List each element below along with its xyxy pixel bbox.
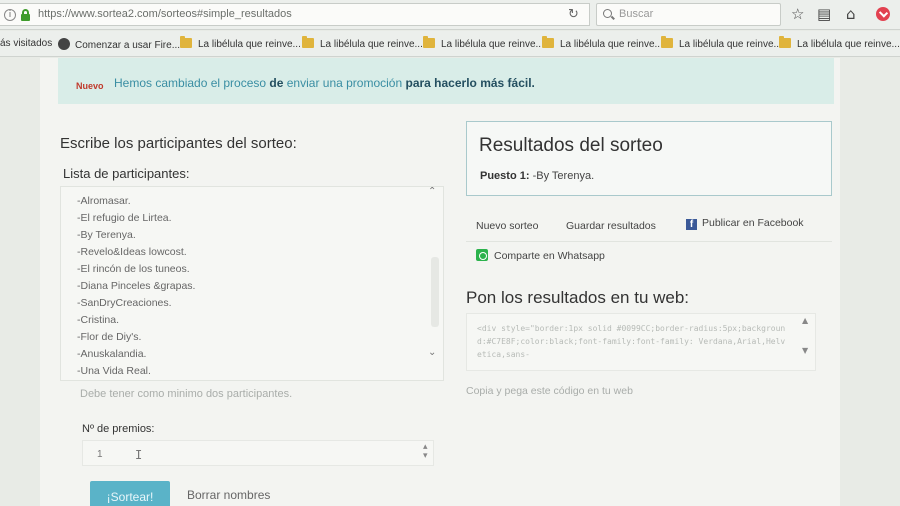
- participants-hint: Debe tener como minimo dos participantes…: [80, 388, 293, 400]
- notice-text-de: de: [266, 76, 287, 90]
- star-icon[interactable]: ☆: [791, 4, 804, 24]
- pocket-icon[interactable]: [876, 7, 890, 21]
- bookmark-getting-started[interactable]: Comenzar a usar Fire...: [58, 38, 180, 51]
- results-actions: Nuevo sorteo Guardar resultados f Publica…: [466, 212, 832, 242]
- prizes-label: Nº de premios:: [82, 423, 155, 435]
- bookmark-label: Comenzar a usar Fire...: [75, 40, 181, 51]
- bookmark-folder[interactable]: La libélula que reinve...: [542, 36, 663, 50]
- folder-icon: [180, 36, 192, 48]
- bookmark-most-visited[interactable]: ás visitados: [0, 38, 52, 49]
- scroll-up-icon[interactable]: ⌃: [428, 187, 436, 197]
- raffle-button[interactable]: ¡Sortear!: [90, 481, 170, 506]
- share-whatsapp-button[interactable]: Comparte en Whatsapp: [476, 249, 605, 262]
- search-placeholder: Buscar: [619, 8, 654, 20]
- participant-entry: -Flor de Diy's.: [77, 331, 142, 343]
- folder-icon: [302, 36, 314, 48]
- position-label: Puesto 1:: [480, 170, 530, 182]
- browser-search-input[interactable]: Buscar: [596, 3, 781, 26]
- clear-names-link[interactable]: Borrar nombres: [187, 488, 270, 502]
- search-icon: [603, 9, 612, 18]
- result-position-1: Puesto 1: -By Terenya.: [480, 170, 594, 182]
- embed-code: <div style="border:1px solid #0099CC;bor…: [477, 324, 786, 359]
- bookmark-folder[interactable]: La libélula que reinve...: [661, 36, 782, 50]
- url-text[interactable]: https://www.sortea2.com/sorteos#simple_r…: [38, 8, 292, 20]
- scrollbar-thumb[interactable]: [431, 257, 439, 327]
- folder-icon: [542, 36, 554, 48]
- bookmark-folder[interactable]: La libélula que reinve...: [779, 36, 900, 50]
- address-bar[interactable]: i https://www.sortea2.com/sorteos#simple…: [0, 3, 590, 26]
- participant-entry: -Revelo&Ideas lowcost.: [77, 246, 187, 258]
- publish-facebook-label: Publicar en Facebook: [702, 217, 804, 229]
- whatsapp-icon: [476, 249, 488, 261]
- bookmark-folder[interactable]: La libélula que reinve...: [302, 36, 423, 50]
- participant-entry: -Anuskalandia.: [77, 348, 147, 360]
- participant-entry: -SanDryCreaciones.: [77, 297, 172, 309]
- participant-entry: -Diana Pinceles &grapas.: [77, 280, 196, 292]
- participant-entry: -El rincón de los tuneos.: [77, 263, 190, 275]
- participant-entry: -Cristina.: [77, 314, 120, 326]
- lock-icon: [21, 9, 30, 21]
- reload-icon[interactable]: ↻: [568, 7, 579, 22]
- results-box: Resultados del sorteo Puesto 1: -By Tere…: [466, 121, 832, 196]
- participants-textarea[interactable]: -Alromasar. -El refugio de Lirtea. -By T…: [60, 186, 444, 381]
- browser-toolbar: i https://www.sortea2.com/sorteos#simple…: [0, 0, 900, 30]
- bookmark-label: La libélula que reinve...: [797, 39, 900, 50]
- participant-entry: -El refugio de Lirtea.: [77, 212, 172, 224]
- scroll-down-icon[interactable]: ⌄: [428, 347, 436, 358]
- bookmark-label: La libélula que reinve...: [320, 39, 423, 50]
- participants-list: -Alromasar. -El refugio de Lirtea. -By T…: [77, 193, 195, 380]
- new-badge: Nuevo: [76, 81, 104, 91]
- notice-link-process[interactable]: Hemos cambiado el proceso: [114, 76, 266, 90]
- bookmark-label: La libélula que reinve...: [679, 39, 782, 50]
- participants-heading: Escribe los participantes del sorteo:: [60, 135, 297, 152]
- scroll-down-icon[interactable]: ▼: [802, 346, 808, 355]
- folder-icon: [423, 36, 435, 48]
- participant-entry: -By Terenya.: [77, 229, 136, 241]
- home-icon[interactable]: ⌂: [846, 4, 856, 24]
- prizes-input[interactable]: 1 I ▴ ▾: [82, 440, 434, 466]
- stepper-arrows-icon[interactable]: ▴ ▾: [423, 443, 428, 461]
- library-icon[interactable]: ▤: [817, 4, 831, 24]
- share-whatsapp-label: Comparte en Whatsapp: [494, 250, 605, 262]
- bookmark-label: La libélula que reinve...: [198, 39, 301, 50]
- web-results-heading: Pon los resultados en tu web:: [466, 288, 690, 307]
- notice-link-promotion[interactable]: enviar una promoción: [287, 76, 402, 90]
- publish-facebook-button[interactable]: f Publicar en Facebook: [686, 217, 804, 230]
- notice-banner: Nuevo Hemos cambiado el proceso de envia…: [58, 58, 834, 104]
- position-value: -By Terenya.: [529, 170, 595, 182]
- facebook-icon: f: [686, 219, 697, 230]
- folder-icon: [779, 36, 791, 48]
- bookmark-folder[interactable]: La libélula que reinve...: [180, 36, 301, 50]
- embed-code-textarea[interactable]: <div style="border:1px solid #0099CC;bor…: [466, 313, 816, 371]
- notice-text-end: para hacerlo más fácil.: [402, 76, 535, 90]
- bookmark-folder[interactable]: La libélula que reinve...: [423, 36, 544, 50]
- scroll-up-icon[interactable]: ▲: [802, 316, 808, 325]
- bookmark-label: La libélula que reinve...: [560, 39, 663, 50]
- prizes-value: 1: [97, 449, 103, 460]
- participant-entry: -Alromasar.: [77, 195, 131, 207]
- firefox-icon: [58, 38, 70, 50]
- text-cursor-icon: I: [135, 448, 143, 462]
- bookmarks-bar: ás visitados Comenzar a usar Fire... La …: [0, 31, 900, 57]
- new-raffle-button[interactable]: Nuevo sorteo: [476, 220, 538, 232]
- folder-icon: [661, 36, 673, 48]
- participants-list-label: Lista de participantes:: [63, 166, 190, 181]
- results-title: Resultados del sorteo: [479, 135, 663, 156]
- save-results-button[interactable]: Guardar resultados: [566, 220, 656, 232]
- bookmark-label: La libélula que reinve...: [441, 39, 544, 50]
- participant-entry: -Una Vida Real.: [77, 365, 151, 377]
- embed-code-hint: Copia y pega este código en tu web: [466, 385, 633, 397]
- notice-text: Hemos cambiado el proceso de enviar una …: [114, 76, 535, 90]
- info-icon[interactable]: i: [4, 9, 16, 21]
